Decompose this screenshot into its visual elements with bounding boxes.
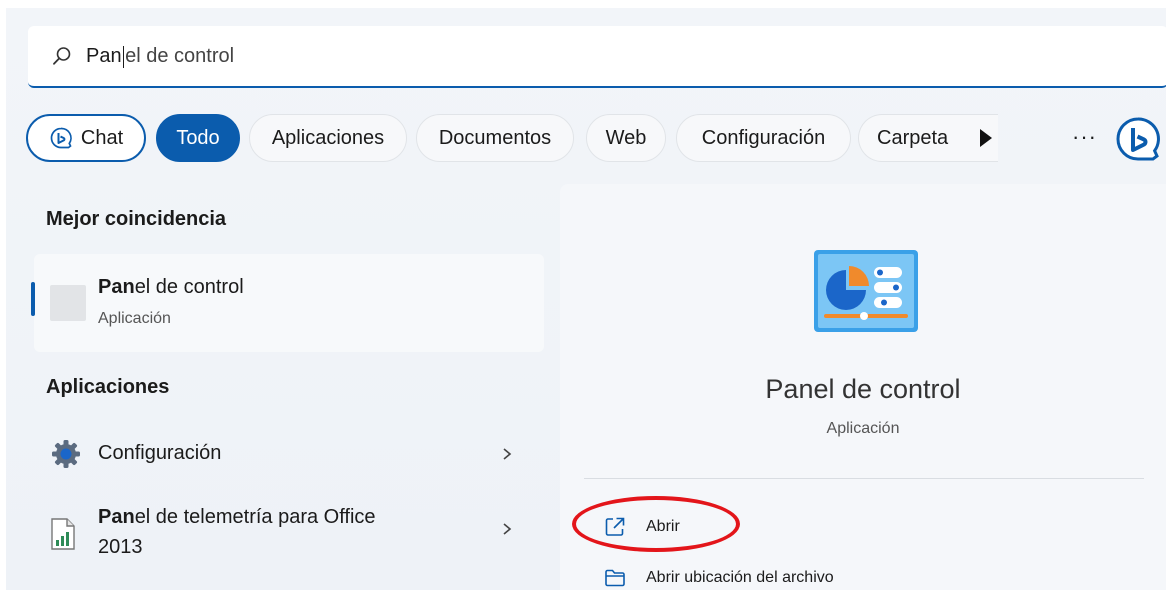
search-query-typed: Pan	[86, 45, 122, 67]
filter-configuracion-label: Configuración	[701, 126, 826, 149]
result-detail-panel: Panel de control Aplicación Abrir Abrir …	[560, 184, 1166, 590]
filter-web-label: Web	[605, 126, 647, 149]
folder-icon	[605, 569, 625, 587]
app-result-telemetria[interactable]: Panel de telemetría para Office 2013	[34, 500, 544, 570]
action-abrir-ubicacion-label: Abrir ubicación del archivo	[646, 569, 834, 586]
selection-indicator	[31, 282, 35, 316]
settings-gear-icon	[52, 440, 80, 468]
search-query-suggestion: el de control	[125, 45, 235, 67]
filter-chat[interactable]: Chat	[26, 114, 146, 162]
filter-aplicaciones[interactable]: Aplicaciones	[249, 114, 407, 162]
search-box[interactable]: Pan el de control	[28, 26, 1166, 88]
apps-heading: Aplicaciones	[46, 376, 170, 398]
action-abrir-ubicacion[interactable]: Abrir ubicación del archivo	[604, 568, 834, 588]
filter-todo[interactable]: Todo	[156, 114, 240, 162]
telemetry-document-icon	[51, 518, 75, 550]
best-match-type: Aplicación	[98, 310, 171, 327]
bing-icon[interactable]	[1112, 113, 1164, 165]
filter-aplicaciones-label: Aplicaciones	[271, 126, 385, 149]
filter-carpetas[interactable]: Carpeta	[858, 114, 998, 162]
search-input[interactable]: Pan el de control	[86, 45, 234, 68]
action-abrir[interactable]: Abrir	[604, 516, 680, 538]
filter-documentos-label: Documentos	[438, 126, 552, 149]
filter-configuracion[interactable]: Configuración	[676, 114, 851, 162]
best-match-heading: Mejor coincidencia	[46, 208, 227, 230]
filter-chat-label: Chat	[80, 126, 124, 149]
filter-todo-label: Todo	[176, 126, 220, 149]
app-thumbnail-icon	[50, 285, 86, 321]
filter-documentos[interactable]: Documentos	[416, 114, 574, 162]
detail-subtitle: Aplicación	[826, 420, 900, 437]
filter-bar: Chat Todo Aplicaciones Documentos Web Co…	[26, 114, 1166, 164]
start-search-window: Pan el de control Chat Todo Aplicaciones …	[6, 8, 1166, 590]
best-match-name: Panel de control	[98, 276, 244, 298]
open-external-icon	[605, 517, 625, 536]
divider	[584, 478, 1144, 479]
more-options-button[interactable]: ···	[1072, 124, 1097, 150]
app-result-label: Panel de telemetría para Office 2013	[98, 506, 376, 558]
action-abrir-label: Abrir	[646, 518, 680, 535]
search-icon	[53, 47, 71, 65]
app-result-configuracion[interactable]: Configuración	[34, 432, 544, 476]
detail-title: Panel de control	[765, 374, 961, 404]
chevron-right-icon[interactable]	[500, 522, 514, 536]
scroll-right-arrow-icon[interactable]	[978, 127, 994, 149]
chevron-right-icon[interactable]	[500, 447, 514, 461]
text-cursor	[122, 45, 125, 68]
best-match-result[interactable]: Panel de control Aplicación	[31, 254, 544, 352]
filter-web[interactable]: Web	[586, 114, 666, 162]
app-result-label: Configuración	[98, 442, 222, 464]
filter-carpetas-label: Carpeta	[877, 126, 949, 149]
bing-chat-icon	[50, 127, 72, 149]
control-panel-icon	[814, 250, 918, 332]
